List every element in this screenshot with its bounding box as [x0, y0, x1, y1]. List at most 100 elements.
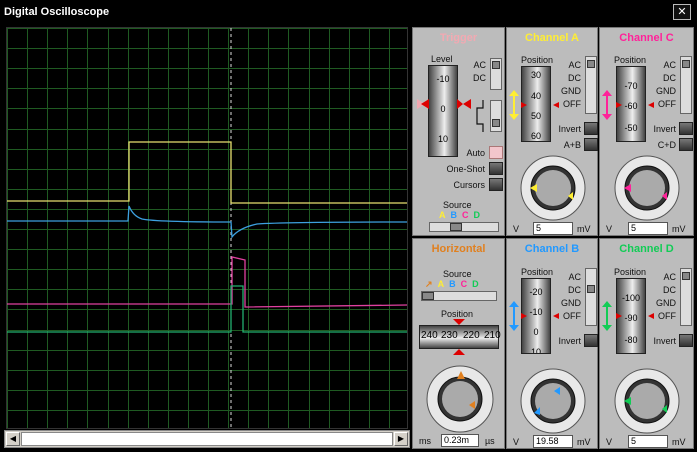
horizontal-position-tick: 230 [441, 330, 458, 341]
horizontal-position-tick: 220 [463, 330, 480, 341]
trigger-level-arrow-icon [417, 99, 471, 109]
horizontal-position-marker-icon [453, 349, 465, 355]
channel-c-volts-dial[interactable] [604, 150, 690, 222]
channel-d-coupling-switch[interactable] [680, 268, 692, 326]
channel-d-position-tick: -80 [624, 335, 638, 345]
channel-a-position-tick: 60 [530, 131, 541, 141]
trigger-edge-switch[interactable] [490, 100, 502, 132]
horizontal-title: Horizontal [431, 243, 486, 255]
scroll-left-arrow-icon[interactable]: ◀ [6, 432, 20, 446]
trigger-oneshot-label: One-Shot [446, 164, 485, 174]
trigger-cursors-button[interactable] [489, 178, 503, 191]
channel-d-position-label: Position [614, 267, 647, 277]
trigger-dc-label: DC [473, 73, 486, 83]
channel-b-unit-mv: mV [577, 437, 591, 447]
horizontal-position-label: Position [441, 309, 474, 319]
scroll-thumb[interactable] [21, 432, 393, 446]
trigger-auto-button[interactable] [489, 146, 503, 159]
horizontal-position-tick: 240 [421, 330, 438, 341]
trigger-source-letters: A B C D [439, 210, 481, 220]
scope-grid-svg [7, 28, 407, 428]
scroll-right-arrow-icon[interactable]: ▶ [394, 432, 408, 446]
channel-a-panel: Channel A Position 30 40 50 60 AC DC GND… [506, 27, 598, 236]
channel-b-value-field[interactable]: 19.58 [533, 435, 573, 448]
channel-a-position-arrow-icon [509, 90, 559, 120]
channel-a-volts-dial[interactable] [510, 150, 596, 222]
trigger-ac-label: AC [473, 60, 486, 70]
channel-d-unit-v: V [606, 437, 613, 447]
channel-d-invert-button[interactable] [679, 334, 693, 347]
channel-d-volts-dial[interactable] [604, 363, 690, 435]
horizontal-source-letters: ↗ A B C D [425, 279, 479, 289]
trigger-cursors-label: Cursors [453, 180, 485, 190]
channel-a-position-tick: 30 [530, 70, 541, 80]
channel-c-combine-label: C+D [657, 140, 676, 150]
horizontal-position-drum[interactable]: 240 230 220 210 [419, 325, 501, 349]
channel-b-off-label: OFF [563, 311, 581, 321]
channel-d-gnd-label: GND [656, 298, 676, 308]
channel-a-unit-mv: mV [577, 224, 591, 234]
channel-c-dc-label: DC [663, 73, 676, 83]
trigger-source-slider[interactable] [429, 222, 499, 232]
channel-b-position-tick: 10 [530, 347, 541, 354]
channel-d-ac-label: AC [663, 272, 676, 282]
channel-c-unit-v: V [606, 224, 613, 234]
channel-b-gnd-label: GND [561, 298, 581, 308]
channel-a-invert-button[interactable] [584, 122, 598, 135]
channel-a-position-label: Position [521, 55, 554, 65]
channel-b-coupling-switch[interactable] [585, 268, 597, 326]
trigger-oneshot-button[interactable] [489, 162, 503, 175]
channel-c-unit-mv: mV [672, 224, 686, 234]
trigger-coupling-switch[interactable] [490, 58, 502, 90]
channel-b-unit-v: V [513, 437, 520, 447]
channel-b-dc-label: DC [568, 285, 581, 295]
channel-c-position-tick: -50 [624, 123, 638, 133]
window-title: Digital Oscilloscope [4, 6, 110, 18]
channel-b-position-arrow-icon [509, 301, 559, 331]
channel-c-title: Channel C [619, 32, 674, 44]
channel-d-dc-label: DC [663, 285, 676, 295]
scope-display [6, 27, 408, 429]
channel-c-value-field[interactable]: 5 [628, 222, 668, 235]
channel-b-panel: Channel B Position -20 -10 0 10 AC DC GN… [506, 238, 598, 449]
channel-a-title: Channel A [525, 32, 579, 44]
trigger-source-label: Source [443, 200, 472, 210]
trigger-edge-icon [476, 100, 484, 132]
scope-grid [7, 28, 407, 428]
channel-c-invert-button[interactable] [679, 122, 693, 135]
close-button[interactable]: ✕ [673, 4, 691, 20]
channel-b-position-label: Position [521, 267, 554, 277]
horizontal-scrollbar[interactable]: ◀ ▶ [4, 430, 410, 448]
trigger-auto-label: Auto [466, 148, 485, 158]
horizontal-position-tick: 210 [484, 330, 501, 341]
channel-d-value-field[interactable]: 5 [628, 435, 668, 448]
channel-a-ac-label: AC [568, 60, 581, 70]
channel-c-ac-label: AC [663, 60, 676, 70]
channel-c-off-label: OFF [658, 99, 676, 109]
channel-a-dc-label: DC [568, 73, 581, 83]
channel-c-position-label: Position [614, 55, 647, 65]
channel-b-volts-dial[interactable] [510, 363, 596, 435]
channel-b-title: Channel B [524, 243, 580, 255]
horizontal-timebase-dial[interactable] [417, 357, 503, 433]
horizontal-source-slider[interactable] [421, 291, 497, 301]
channel-b-ac-label: AC [568, 272, 581, 282]
channel-c-position-arrow-icon [602, 90, 654, 120]
channel-c-gnd-label: GND [656, 86, 676, 96]
channel-a-off-label: OFF [563, 99, 581, 109]
horizontal-panel: Horizontal Source ↗ A B C D Position 240… [412, 238, 505, 449]
horizontal-unit-us: µs [485, 436, 495, 446]
channel-a-combine-label: A+B [563, 140, 581, 150]
channel-c-panel: Channel C Position -70 -60 -50 AC DC GND… [599, 27, 694, 236]
channel-d-position-arrow-icon [602, 301, 654, 331]
horizontal-unit-ms: ms [419, 436, 431, 446]
trigger-level-label: Level [431, 54, 453, 64]
channel-c-coupling-switch[interactable] [680, 56, 692, 114]
channel-b-invert-button[interactable] [584, 334, 598, 347]
horizontal-value-field[interactable]: 0.23m [441, 434, 479, 447]
channel-a-coupling-switch[interactable] [585, 56, 597, 114]
channel-c-invert-label: Invert [653, 124, 676, 134]
channel-a-value-field[interactable]: 5 [533, 222, 573, 235]
channel-b-invert-label: Invert [558, 336, 581, 346]
trigger-level-tick: -10 [436, 74, 450, 84]
